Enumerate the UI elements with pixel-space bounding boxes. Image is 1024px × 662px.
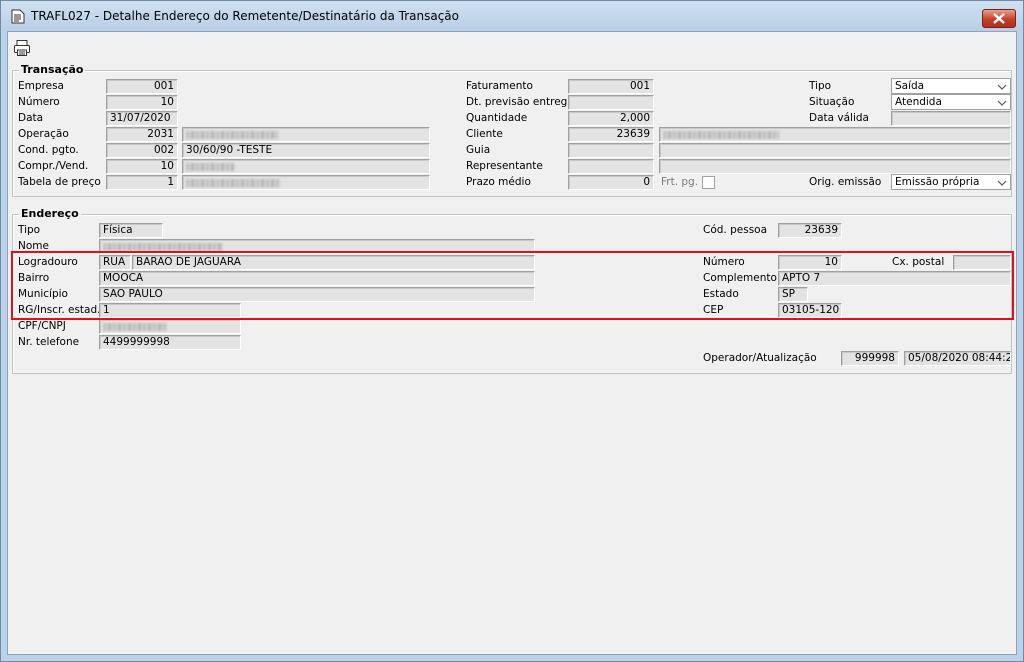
telefone-label: Nr. telefone bbox=[18, 336, 80, 348]
frt-pg-label: Frt. pg. bbox=[661, 176, 699, 188]
situacao-label: Situação bbox=[809, 96, 855, 108]
highlight-box bbox=[11, 251, 1014, 320]
cliente-field[interactable]: 23639 bbox=[568, 127, 654, 142]
quantidade-label: Quantidade bbox=[466, 112, 528, 124]
cpf-label: CPF/CNPJ bbox=[18, 320, 66, 332]
endereco-group-title: Endereço bbox=[19, 207, 81, 220]
redacted-text bbox=[663, 131, 779, 139]
operador-label: Operador/Atualização bbox=[703, 352, 817, 364]
operacao-desc-field[interactable] bbox=[182, 127, 430, 142]
cond-pgto-field[interactable]: 002 bbox=[106, 143, 178, 158]
atualizacao-field[interactable]: 05/08/2020 08:44:26 bbox=[904, 351, 1011, 366]
tipo-select[interactable]: Saída bbox=[891, 78, 1011, 94]
client-area: Transação Empresa 001 Número 10 Data 31/… bbox=[7, 31, 1017, 655]
compr-vend-label: Compr./Vend. bbox=[18, 160, 89, 172]
dt-previsao-field[interactable] bbox=[568, 95, 654, 110]
prazo-medio-label: Prazo médio bbox=[466, 176, 531, 188]
data-label: Data bbox=[18, 112, 44, 124]
empresa-label: Empresa bbox=[18, 80, 64, 92]
end-tipo-field[interactable]: Física bbox=[99, 223, 163, 238]
chevron-down-icon bbox=[997, 84, 1007, 90]
title-bar[interactable]: TRAFL027 - Detalhe Endereço do Remetente… bbox=[1, 1, 1023, 31]
document-icon bbox=[11, 9, 25, 24]
faturamento-label: Faturamento bbox=[466, 80, 533, 92]
compr-vend-field[interactable]: 10 bbox=[106, 159, 178, 174]
redacted-text bbox=[103, 323, 167, 331]
end-tipo-label: Tipo bbox=[18, 224, 41, 236]
cliente-label: Cliente bbox=[466, 128, 503, 140]
cond-pgto-label: Cond. pgto. bbox=[18, 144, 79, 156]
dt-previsao-label: Dt. previsão entrega bbox=[466, 96, 574, 108]
representante-desc-field[interactable] bbox=[659, 159, 1011, 174]
frt-pg-checkbox[interactable] bbox=[702, 176, 715, 189]
operacao-field[interactable]: 2031 bbox=[106, 127, 178, 142]
tabela-preco-desc-field[interactable] bbox=[182, 175, 430, 190]
redacted-text bbox=[186, 131, 278, 139]
quantidade-field[interactable]: 2,000 bbox=[568, 111, 654, 126]
representante-label: Representante bbox=[466, 160, 543, 172]
cond-pgto-desc-field[interactable]: 30/60/90 -TESTE bbox=[182, 143, 430, 158]
empresa-field[interactable]: 001 bbox=[106, 79, 178, 94]
faturamento-field[interactable]: 001 bbox=[568, 79, 654, 94]
close-icon bbox=[993, 13, 1005, 24]
guia-label: Guia bbox=[466, 144, 491, 156]
orig-emissao-select[interactable]: Emissão própria bbox=[891, 174, 1011, 190]
redacted-text bbox=[186, 179, 280, 187]
data-valida-label: Data válida bbox=[809, 112, 869, 124]
tabela-preco-label: Tabela de preço bbox=[18, 176, 101, 188]
cliente-desc-field[interactable] bbox=[659, 127, 1011, 142]
cod-pessoa-label: Cód. pessoa bbox=[703, 224, 768, 236]
guia-field[interactable] bbox=[568, 143, 654, 158]
printer-icon[interactable] bbox=[13, 39, 31, 57]
orig-emissao-label: Orig. emissão bbox=[809, 176, 882, 188]
guia-desc-field[interactable] bbox=[659, 143, 1011, 158]
data-field[interactable]: 31/07/2020 bbox=[106, 111, 178, 126]
operacao-label: Operação bbox=[18, 128, 69, 140]
data-valida-field[interactable] bbox=[891, 111, 1011, 126]
app-window: TRAFL027 - Detalhe Endereço do Remetente… bbox=[0, 0, 1024, 662]
numero-field[interactable]: 10 bbox=[106, 95, 178, 110]
cpf-field[interactable] bbox=[99, 319, 241, 334]
transacao-group-title: Transação bbox=[19, 63, 86, 76]
redacted-text bbox=[103, 243, 223, 251]
numero-label: Número bbox=[18, 96, 60, 108]
orig-emissao-select-value: Emissão própria bbox=[895, 176, 980, 188]
telefone-field[interactable]: 4499999998 bbox=[99, 335, 241, 350]
compr-vend-desc-field[interactable] bbox=[182, 159, 430, 174]
operador-field[interactable]: 999998 bbox=[841, 351, 899, 366]
redacted-text bbox=[186, 163, 234, 171]
close-button[interactable] bbox=[982, 9, 1016, 28]
chevron-down-icon bbox=[997, 100, 1007, 106]
chevron-down-icon bbox=[997, 180, 1007, 186]
cod-pessoa-field[interactable]: 23639 bbox=[778, 223, 842, 238]
prazo-medio-field[interactable]: 0 bbox=[568, 175, 654, 190]
tabela-preco-field[interactable]: 1 bbox=[106, 175, 178, 190]
situacao-select-value: Atendida bbox=[895, 96, 942, 108]
tipo-select-value: Saída bbox=[895, 80, 925, 92]
representante-field[interactable] bbox=[568, 159, 654, 174]
situacao-select[interactable]: Atendida bbox=[891, 94, 1011, 110]
tipo-label: Tipo bbox=[809, 80, 832, 92]
window-title: TRAFL027 - Detalhe Endereço do Remetente… bbox=[31, 9, 460, 23]
